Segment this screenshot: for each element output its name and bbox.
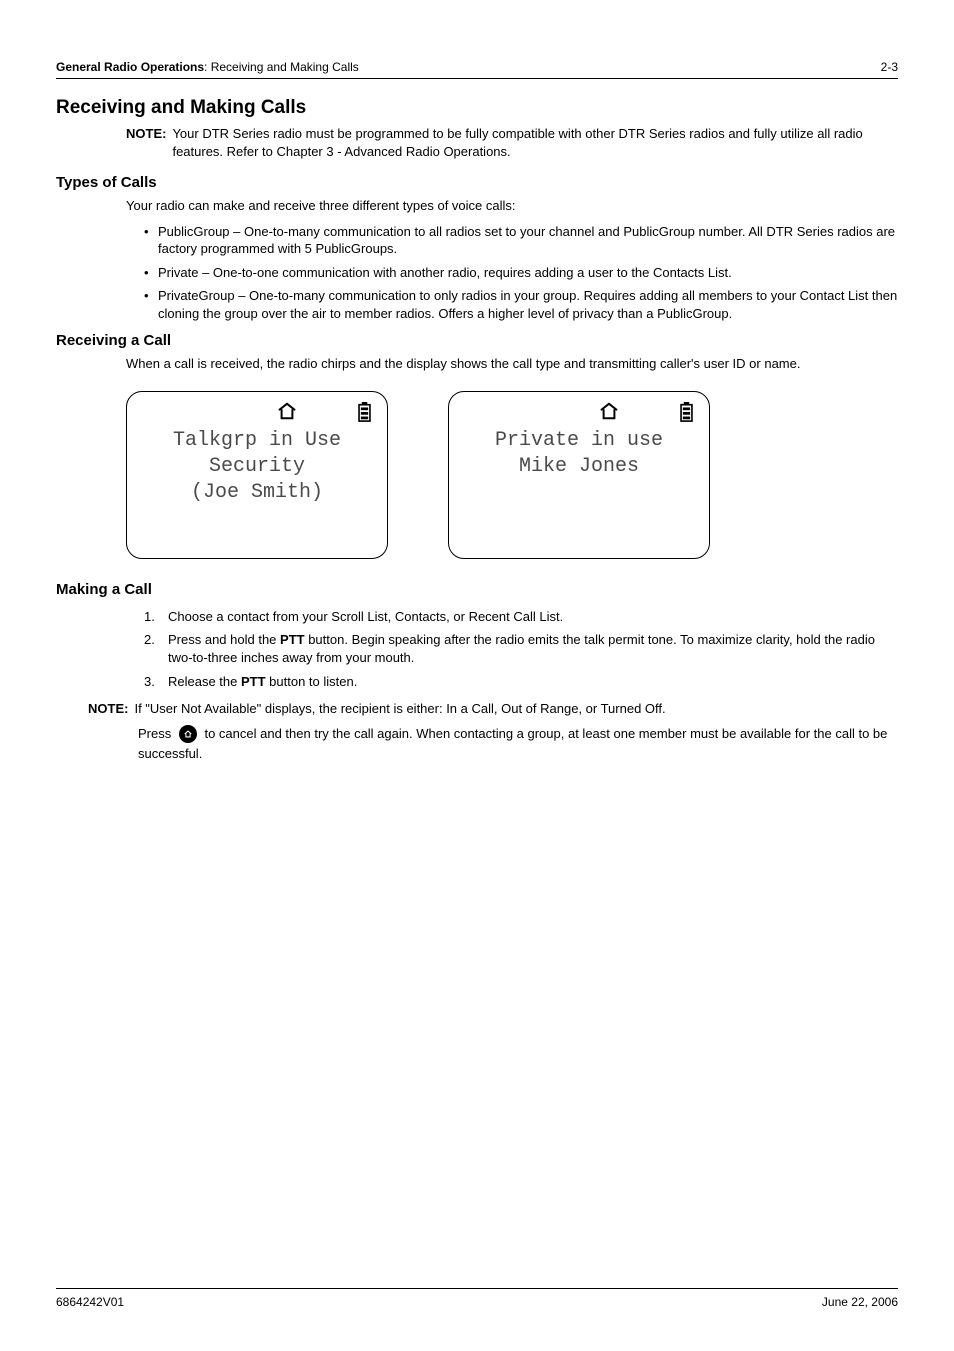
- list-item: PrivateGroup – One-to-many communication…: [144, 287, 898, 322]
- types-of-calls-list: PublicGroup – One-to-many communication …: [144, 223, 898, 323]
- header-section-rest: : Receiving and Making Calls: [204, 60, 359, 74]
- step-number: 2.: [144, 631, 155, 649]
- home-icon: [276, 402, 298, 425]
- note-top: NOTE: Your DTR Series radio must be prog…: [126, 125, 898, 160]
- home-icon: [598, 402, 620, 425]
- types-of-calls-heading: Types of Calls: [56, 174, 898, 191]
- note-text: to cancel and then try the call again. W…: [138, 726, 887, 762]
- step-text: button to listen.: [266, 674, 358, 689]
- screen-line: Private in use: [495, 428, 663, 454]
- battery-icon: [680, 402, 693, 427]
- screen-line: Mike Jones: [519, 454, 639, 480]
- step-bold: PTT: [280, 632, 305, 647]
- screen-private: Private in use Mike Jones: [448, 391, 710, 559]
- page-footer: 6864242V01 June 22, 2006: [56, 1288, 898, 1309]
- screen-talkgroup: Talkgrp in Use Security (Joe Smith): [126, 391, 388, 559]
- header-page-number: 2-3: [881, 60, 898, 74]
- making-call-steps: 1. Choose a contact from your Scroll Lis…: [144, 608, 898, 690]
- note-bottom-continuation: Press to cancel and then try the call ag…: [138, 724, 898, 766]
- page-header: General Radio Operations: Receiving and …: [56, 60, 898, 79]
- screen-line: Security: [209, 454, 305, 480]
- step-number: 1.: [144, 608, 155, 626]
- footer-right: June 22, 2006: [822, 1295, 898, 1309]
- page-title: Receiving and Making Calls: [56, 97, 898, 119]
- list-item: PublicGroup – One-to-many communication …: [144, 223, 898, 258]
- screen-line: Talkgrp in Use: [173, 428, 341, 454]
- header-section-bold: General Radio Operations: [56, 60, 204, 74]
- list-item: 3. Release the PTT button to listen.: [144, 673, 898, 691]
- header-left: General Radio Operations: Receiving and …: [56, 60, 359, 74]
- screen-examples: Talkgrp in Use Security (Joe Smith) Priv…: [126, 391, 898, 559]
- types-of-calls-intro: Your radio can make and receive three di…: [126, 197, 898, 215]
- home-button-icon: [179, 725, 197, 743]
- note-body: Your DTR Series radio must be programmed…: [172, 125, 898, 160]
- note-label: NOTE:: [126, 125, 166, 160]
- step-bold: PTT: [241, 674, 266, 689]
- list-item: Private – One-to-one communication with …: [144, 264, 898, 282]
- making-call-heading: Making a Call: [56, 581, 898, 598]
- list-item: 1. Choose a contact from your Scroll Lis…: [144, 608, 898, 626]
- list-item: 2. Press and hold the PTT button. Begin …: [144, 631, 898, 666]
- step-text: Release the: [168, 674, 241, 689]
- note-bottom: NOTE: If "User Not Available" displays, …: [88, 700, 898, 718]
- battery-icon: [358, 402, 371, 427]
- note-label: NOTE:: [88, 700, 128, 718]
- note-body-line1: If "User Not Available" displays, the re…: [134, 700, 665, 718]
- footer-left: 6864242V01: [56, 1295, 124, 1309]
- receiving-call-heading: Receiving a Call: [56, 332, 898, 349]
- step-text: Press and hold the: [168, 632, 280, 647]
- step-number: 3.: [144, 673, 155, 691]
- screen-line: (Joe Smith): [191, 480, 323, 506]
- step-text: Choose a contact from your Scroll List, …: [168, 609, 563, 624]
- receiving-call-body: When a call is received, the radio chirp…: [126, 355, 898, 373]
- note-text: Press: [138, 726, 175, 741]
